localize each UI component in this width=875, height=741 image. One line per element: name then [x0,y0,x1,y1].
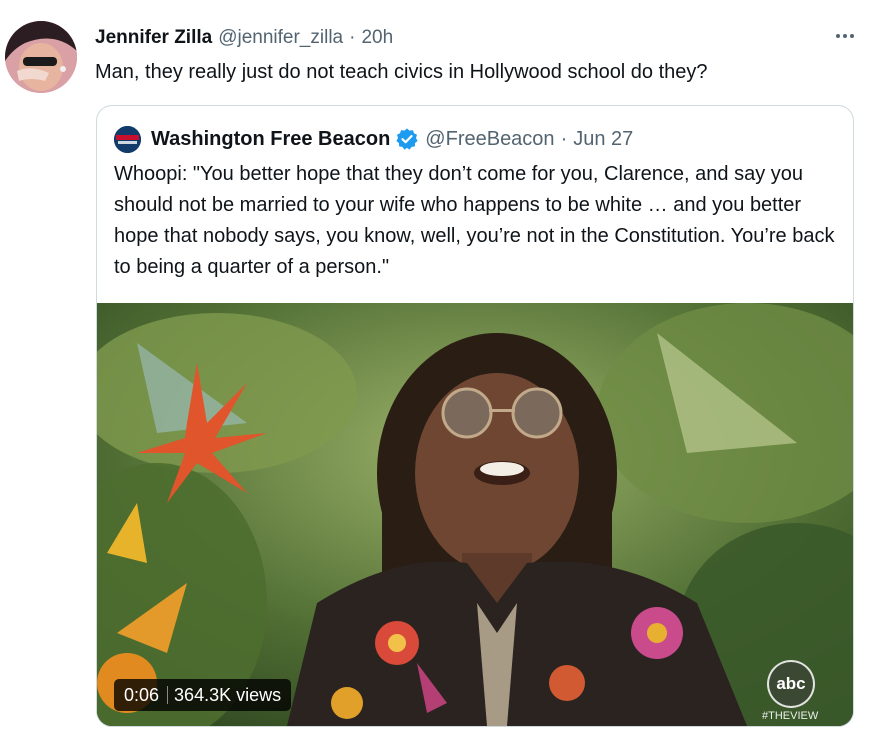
quoted-tweet-text: Whoopi: "You better hope that they don’t… [114,163,835,278]
free-beacon-logo-icon [114,125,141,153]
quoted-separator-dot: · [560,127,568,150]
abc-network-logo: abc [767,660,815,708]
video-info-overlay: 0:06 364.3K views [114,679,292,711]
quoted-tweet-card[interactable]: Washington Free Beacon @FreeBeacon · Jun… [96,105,854,727]
quoted-author-name[interactable]: Washington Free Beacon [151,128,390,151]
video-view-count: 364.3K views [174,684,282,705]
separator-dot: · [349,27,356,48]
tweet-header: Jennifer Zilla @jennifer_zilla · 20h [95,25,860,51]
quoted-author-handle[interactable]: @FreeBeacon [425,128,554,151]
tweet-timestamp[interactable]: 20h [361,27,393,49]
video-duration: 0:06 [124,684,160,705]
show-hashtag-watermark: #THEVIEW [762,710,819,722]
verified-badge-icon [395,127,419,151]
quoted-tweet-date[interactable]: Jun 27 [573,128,633,151]
more-options-button[interactable] [830,22,860,50]
quoted-tweet-header: Washington Free Beacon @FreeBeacon · Jun… [114,125,633,153]
author-avatar[interactable] [5,21,77,93]
video-player[interactable]: 0:06 364.3K views abc #THEVIEW [97,303,853,726]
video-thumbnail [97,303,853,726]
tweet-text: Man, they really just do not teach civic… [95,61,708,83]
author-name[interactable]: Jennifer Zilla [95,27,212,49]
quoted-author-avatar [114,125,141,153]
author-handle[interactable]: @jennifer_zilla [218,27,343,49]
more-horizontal-icon [836,34,854,38]
video-info-divider [167,686,169,704]
avatar-image [5,21,77,93]
